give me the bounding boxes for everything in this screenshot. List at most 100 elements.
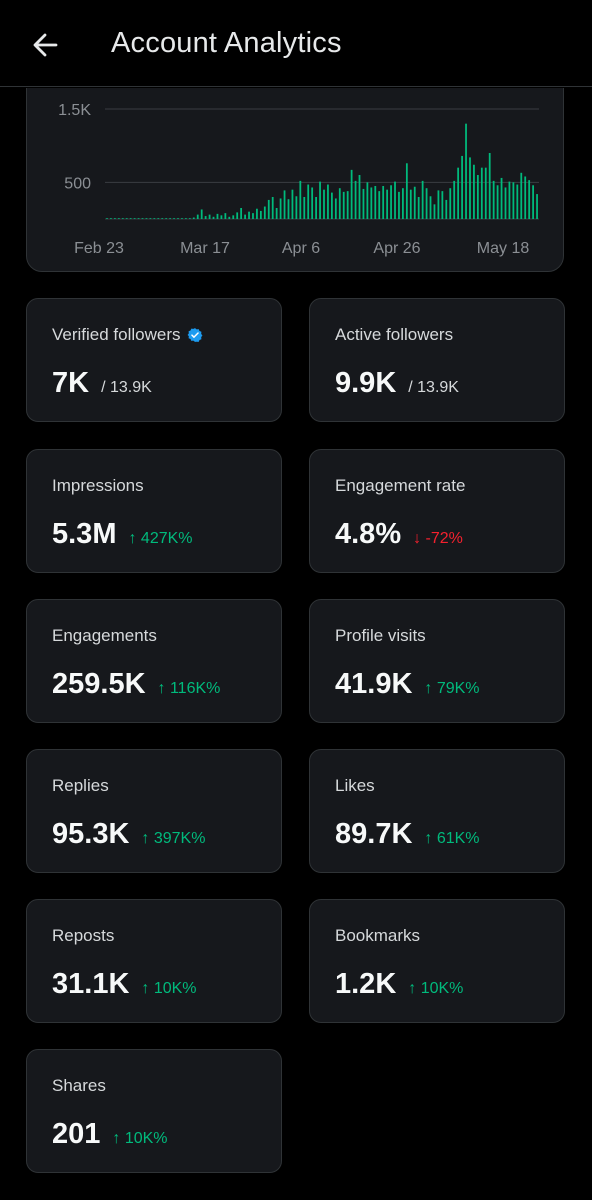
stat-value-row: 89.7K ↑ 61K% [335,818,480,851]
x-tick-label: Apr 6 [282,240,320,257]
chart-bar [382,186,385,219]
stat-total: / 13.9K [101,379,152,396]
chart-bar [117,218,120,219]
chart-bar [449,188,452,219]
stat-card-engagements[interactable]: Engagements 259.5K ↑ 116K% [26,599,282,723]
chart-bar [267,199,270,219]
chart-bar [394,181,396,219]
stat-card-active-followers[interactable]: Active followers 9.9K / 13.9K [309,298,565,422]
chart-bar [484,167,487,219]
back-button[interactable] [26,26,64,64]
chart-bar [421,180,424,219]
stat-label-text: Engagement rate [335,476,466,495]
chart-bar [520,172,523,219]
chart-bar [240,208,243,219]
chart-bar [256,208,258,219]
stat-label-text: Bookmarks [335,926,421,945]
chart-bar [125,218,128,219]
chart-bar [299,180,302,219]
chart-bar [208,214,211,219]
stat-value: 95.3K [52,818,130,850]
x-tick-label: Feb 23 [74,240,124,257]
chart-bar [141,218,144,219]
chart-bar [480,167,483,219]
chart-bar [354,180,357,219]
stat-label-text: Likes [335,776,375,795]
stat-value: 41.9K [335,668,413,700]
chart-bar [437,190,440,219]
chart-bar [338,188,341,219]
stat-label-text: Replies [52,776,109,795]
stat-total: / 13.9K [408,379,459,396]
chart-bar [157,218,160,219]
chart-bar [161,218,164,219]
chart-bar [185,218,187,219]
chart-bar [236,212,239,219]
chart-bar [425,188,428,219]
stat-card-bookmarks[interactable]: Bookmarks 1.2K ↑ 10K% [309,899,565,1023]
chart-bar [220,215,223,219]
stat-card-profile-visits[interactable]: Profile visits 41.9K ↑ 79K% [309,599,565,723]
chart-bar [295,196,298,219]
chart-bar [283,190,286,219]
chart-bar [315,197,317,219]
stat-card-engagement-rate[interactable]: Engagement rate 4.8% ↓ -72% [309,449,565,573]
chart-bar [200,209,203,219]
stat-card-impressions[interactable]: Impressions 5.3M ↑ 427K% [26,449,282,573]
stat-card-reposts[interactable]: Reposts 31.1K ↑ 10K% [26,899,282,1023]
chart-bar [165,218,168,219]
chart-bar [465,123,467,219]
chart-bar [323,189,325,219]
stat-label: Engagements [52,626,157,646]
chart-bar [457,167,460,219]
app-header: Account Analytics [0,0,592,88]
stat-change: ↑ 397K% [141,830,206,847]
chart-bar [429,196,432,219]
chart-bar [413,186,416,219]
chart-bar [374,186,377,219]
impressions-chart-card: 500 1.5K Feb 23 Mar 17 Apr 6 Apr 26 May 18 [26,60,564,272]
chart-bar [331,192,333,219]
chart-bar [516,184,519,219]
chart-bar [405,163,408,219]
stat-card-likes[interactable]: Likes 89.7K ↑ 61K% [309,749,565,873]
stat-label-text: Shares [52,1076,106,1095]
stat-value-row: 4.8% ↓ -72% [335,518,463,551]
stat-card-verified-followers[interactable]: Verified followers 7K / 13.9K [26,298,282,422]
chart-bar [204,216,207,219]
chart-bar [177,218,179,219]
chart-bar [279,198,282,219]
stat-label-text: Active followers [335,325,454,344]
chart-bar [275,208,278,219]
stat-value: 1.2K [335,968,397,1000]
chart-bar [307,184,310,219]
chart-bar [536,194,538,219]
chart-bar [409,189,412,219]
chart-bar [473,164,475,219]
stat-value-row: 95.3K ↑ 397K% [52,818,205,851]
chart-bar [121,218,124,219]
chart-bar [192,217,195,219]
stat-value-row: 9.9K / 13.9K [335,367,459,400]
chart-bar [528,180,531,219]
chart-bar [145,218,148,219]
stat-change: ↑ 79K% [424,680,480,697]
chart-bar [271,197,274,219]
stat-label: Engagement rate [335,476,465,496]
stat-card-shares[interactable]: Shares 201 ↑ 10K% [26,1049,282,1173]
chart-bar [259,210,262,219]
stat-value-row: 201 ↑ 10K% [52,1118,168,1151]
chart-bar [212,216,215,219]
chart-bar [461,155,463,219]
chart-bar [287,199,290,219]
stat-label: Verified followers [52,325,203,345]
stat-label: Bookmarks [335,926,420,946]
chart-bar [224,213,227,219]
chart-bar [492,180,495,219]
chart-bar [453,180,456,219]
chart-bar [370,187,373,219]
stat-card-replies[interactable]: Replies 95.3K ↑ 397K% [26,749,282,873]
chart-bar [252,213,254,219]
chart-bar [228,216,231,219]
stat-value: 5.3M [52,518,117,550]
